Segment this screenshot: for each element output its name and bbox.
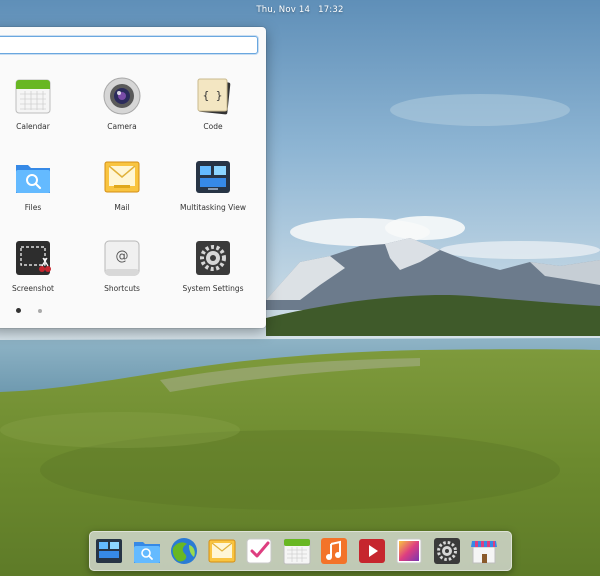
app-camera[interactable]: Camera xyxy=(77,70,167,142)
dock-system-settings[interactable] xyxy=(432,536,462,566)
screenshot-icon xyxy=(16,241,51,275)
app-grid: Calendar Camera { } Code Files Mail Mult… xyxy=(0,27,266,327)
dock-tasks[interactable] xyxy=(244,536,274,566)
app-multitasking-view[interactable]: Multitasking View xyxy=(168,151,258,223)
mail-icon xyxy=(104,161,140,193)
app-screenshot[interactable]: Screenshot xyxy=(0,232,78,304)
app-label: Camera xyxy=(107,122,137,131)
multitasking-view-icon xyxy=(96,539,122,563)
dock xyxy=(89,531,512,571)
dock-web-browser[interactable] xyxy=(169,536,199,566)
app-calendar[interactable]: Calendar xyxy=(0,70,78,142)
photos-icon xyxy=(396,538,422,564)
videos-icon xyxy=(358,539,385,563)
app-mail[interactable]: Mail xyxy=(77,151,167,223)
tasks-icon xyxy=(246,538,272,564)
dock-music[interactable] xyxy=(319,536,349,566)
app-label: Multitasking View xyxy=(180,203,246,212)
dock-app-center[interactable] xyxy=(469,536,499,566)
panel-time: 17:32 xyxy=(318,5,344,15)
dock-videos[interactable] xyxy=(357,536,387,566)
mail-icon xyxy=(208,539,235,563)
app-code[interactable]: { } Code xyxy=(168,70,258,142)
dock-files[interactable] xyxy=(132,536,162,566)
app-files[interactable]: Files xyxy=(0,151,78,223)
page-dot-active[interactable] xyxy=(16,308,21,313)
app-shortcuts[interactable]: @ Shortcuts xyxy=(77,232,167,304)
app-label: Mail xyxy=(114,203,130,212)
panel-clock[interactable]: Thu, Nov 14 17:32 xyxy=(256,5,343,15)
app-label: Screenshot xyxy=(12,284,54,293)
dock-multitasking-view[interactable] xyxy=(94,536,124,566)
svg-text:@: @ xyxy=(116,249,129,264)
code-icon: { } xyxy=(197,78,231,115)
dock-photos[interactable] xyxy=(394,536,424,566)
panel-date: Thu, Nov 14 xyxy=(256,5,311,15)
app-label: Shortcuts xyxy=(104,284,140,293)
app-label: Code xyxy=(203,122,223,131)
files-icon xyxy=(16,165,50,193)
svg-text:{ }: { } xyxy=(203,89,223,102)
calendar-icon xyxy=(15,79,51,114)
app-center-icon xyxy=(471,541,497,564)
music-icon xyxy=(321,538,347,564)
calendar-icon xyxy=(283,538,310,565)
app-label: System Settings xyxy=(182,284,244,293)
files-icon xyxy=(133,542,160,563)
applications-menu: Calendar Camera { } Code Files Mail Mult… xyxy=(0,27,266,328)
camera-icon xyxy=(103,77,141,115)
system-settings-icon xyxy=(433,538,460,564)
dock-calendar[interactable] xyxy=(282,536,312,566)
page-indicator xyxy=(16,308,42,313)
top-panel: Thu, Nov 14 17:32 xyxy=(0,0,600,20)
app-label: Calendar xyxy=(16,122,50,131)
web-browser-icon xyxy=(171,538,197,564)
dock-mail[interactable] xyxy=(207,536,237,566)
system-settings-icon xyxy=(196,241,230,275)
multitasking-view-icon xyxy=(196,161,230,193)
shortcuts-icon: @ xyxy=(104,240,140,276)
app-system-settings[interactable]: System Settings xyxy=(168,232,258,304)
page-dot[interactable] xyxy=(38,308,42,313)
app-label: Files xyxy=(24,203,42,212)
